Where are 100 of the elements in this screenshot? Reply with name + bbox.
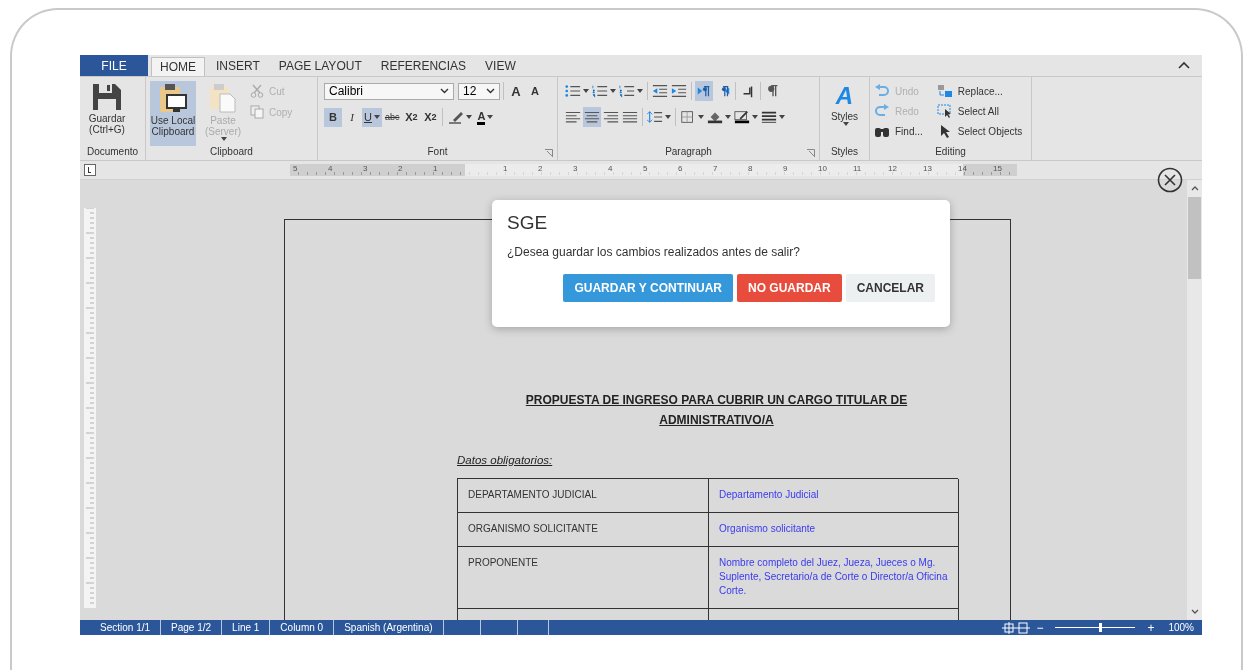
ruler-number: 14 <box>958 164 967 173</box>
ribbon-tab[interactable]: PAGE LAYOUT <box>270 55 370 76</box>
dialog-message: ¿Desea guardar los cambios realizados antes de salir? <box>507 245 801 259</box>
ruler-number: 13 <box>923 164 932 173</box>
lines-icon <box>761 110 777 124</box>
caret-icon <box>487 115 494 119</box>
vertical-scrollbar[interactable] <box>1187 180 1202 620</box>
ruler-number: 6 <box>678 164 683 173</box>
borders-icon <box>680 110 696 124</box>
font-size-select[interactable]: 12 <box>458 82 500 100</box>
indent-icon <box>671 84 687 98</box>
shrink-font-button[interactable]: A <box>526 81 544 101</box>
underline-button[interactable]: U <box>362 107 382 127</box>
dialog-title: SGE <box>507 212 549 234</box>
select-objects-button[interactable]: Select Objects <box>936 123 1023 139</box>
group-label: Clipboard <box>210 146 253 159</box>
ruler-number: 12 <box>888 164 897 173</box>
status-item: Column 0 <box>270 620 335 635</box>
ribbon-tab[interactable]: HOME <box>151 57 205 76</box>
ruler-number: 15 <box>993 164 1002 173</box>
clipboard-monitor-icon <box>159 83 187 113</box>
align-center-button[interactable] <box>583 107 601 127</box>
ruler-number: 3 <box>363 164 368 173</box>
styles-button[interactable]: A Styles <box>824 81 865 146</box>
tab-selector-button[interactable] <box>84 164 96 176</box>
find-button[interactable]: Find... <box>874 123 923 139</box>
status-item: Line 1 <box>222 620 271 635</box>
table-cell: Departamento Judicial <box>709 479 959 513</box>
multilevel-icon <box>619 84 635 98</box>
align-right-icon <box>603 110 619 124</box>
dialog-button[interactable]: NO GUARDAR <box>737 274 842 302</box>
outdent-icon <box>652 84 668 98</box>
table-cell: ORGANISMO SOLICITANTE <box>458 513 709 547</box>
caret-icon <box>842 122 849 126</box>
save-button[interactable]: Guardar (Ctrl+G) <box>84 81 130 146</box>
scroll-down-icon[interactable] <box>1190 609 1199 615</box>
fit-icon[interactable] <box>1002 621 1017 634</box>
italic-button[interactable]: I <box>343 107 361 127</box>
dialog-button[interactable]: CANCELAR <box>845 274 935 302</box>
status-item: Spanish (Argentina) <box>334 620 444 635</box>
ltr-button[interactable] <box>695 81 713 101</box>
ribbon-tab[interactable]: VIEW <box>477 55 524 76</box>
file-tab[interactable]: FILE <box>80 55 148 76</box>
replace-icon <box>936 84 953 98</box>
caret-icon <box>725 115 731 119</box>
scissors-icon <box>250 84 264 98</box>
caret-icon <box>466 115 473 119</box>
ruler-number: 11 <box>853 164 862 173</box>
ribbon-tab[interactable]: INSERT <box>208 55 268 76</box>
zoom-out-button[interactable]: − <box>1036 620 1044 635</box>
paste-icon <box>209 83 237 113</box>
shading-icon <box>707 110 723 124</box>
selection-icon <box>936 104 953 118</box>
highlighter-icon <box>448 110 465 124</box>
chevron-icon <box>486 88 495 94</box>
align-center-icon <box>584 110 600 124</box>
grow-font-button[interactable]: A <box>507 81 525 101</box>
pen-icon <box>734 110 750 124</box>
numbering-icon <box>592 84 608 98</box>
ruler-number: 8 <box>748 164 753 173</box>
font-color-button[interactable]: A <box>475 107 496 127</box>
status-item: Page 1/2 <box>161 620 223 635</box>
table-cell: Organismo solicitante <box>709 513 959 547</box>
collapse-icon[interactable] <box>1178 61 1190 69</box>
strike-button[interactable]: abc <box>382 107 402 127</box>
ruler-number: 1 <box>503 164 508 173</box>
dialog-launcher-icon[interactable] <box>807 149 815 157</box>
caret-icon <box>637 89 643 93</box>
font-family-select[interactable]: Calibri <box>324 82 454 100</box>
group-label: Font <box>427 146 448 159</box>
chevron-icon <box>440 88 449 94</box>
dialog-launcher-icon[interactable] <box>545 149 553 157</box>
group-label: Editing <box>935 146 966 159</box>
ruler-number: 2 <box>398 164 403 173</box>
caret-icon <box>698 115 704 119</box>
scrollbar-thumb[interactable] <box>1188 197 1201 279</box>
replace-button[interactable]: Replace... <box>936 83 1023 99</box>
spacing-icon <box>647 110 663 124</box>
close-icon[interactable] <box>1157 167 1183 193</box>
caret-icon <box>665 115 671 119</box>
caret-icon <box>752 115 758 119</box>
use-local-clipboard-button[interactable]: Use Local Clipboard <box>150 81 196 146</box>
fit-page-icon[interactable] <box>1016 621 1031 634</box>
select-all-button[interactable]: Select All <box>936 103 1023 119</box>
ruler-number: 2 <box>538 164 543 173</box>
group-label: Paragraph <box>665 146 712 159</box>
zoom-in-button[interactable]: + <box>1147 620 1155 635</box>
scroll-up-icon[interactable] <box>1190 185 1199 191</box>
redo-icon <box>874 104 890 118</box>
align-left-icon <box>565 110 581 124</box>
status-item: Section 1/1 <box>80 620 162 635</box>
ruler-number: 1 <box>433 164 438 173</box>
ruler-number: 10 <box>818 164 827 173</box>
group-label: Documento <box>86 146 139 159</box>
ribbon-tab[interactable]: REFERENCIAS <box>372 55 475 76</box>
ruler-number: 5 <box>643 164 648 173</box>
section-heading: Datos obligatorios: <box>457 454 554 466</box>
caret-icon <box>221 137 227 141</box>
ltr-icon <box>696 84 712 98</box>
bold-button[interactable]: B <box>324 107 342 127</box>
